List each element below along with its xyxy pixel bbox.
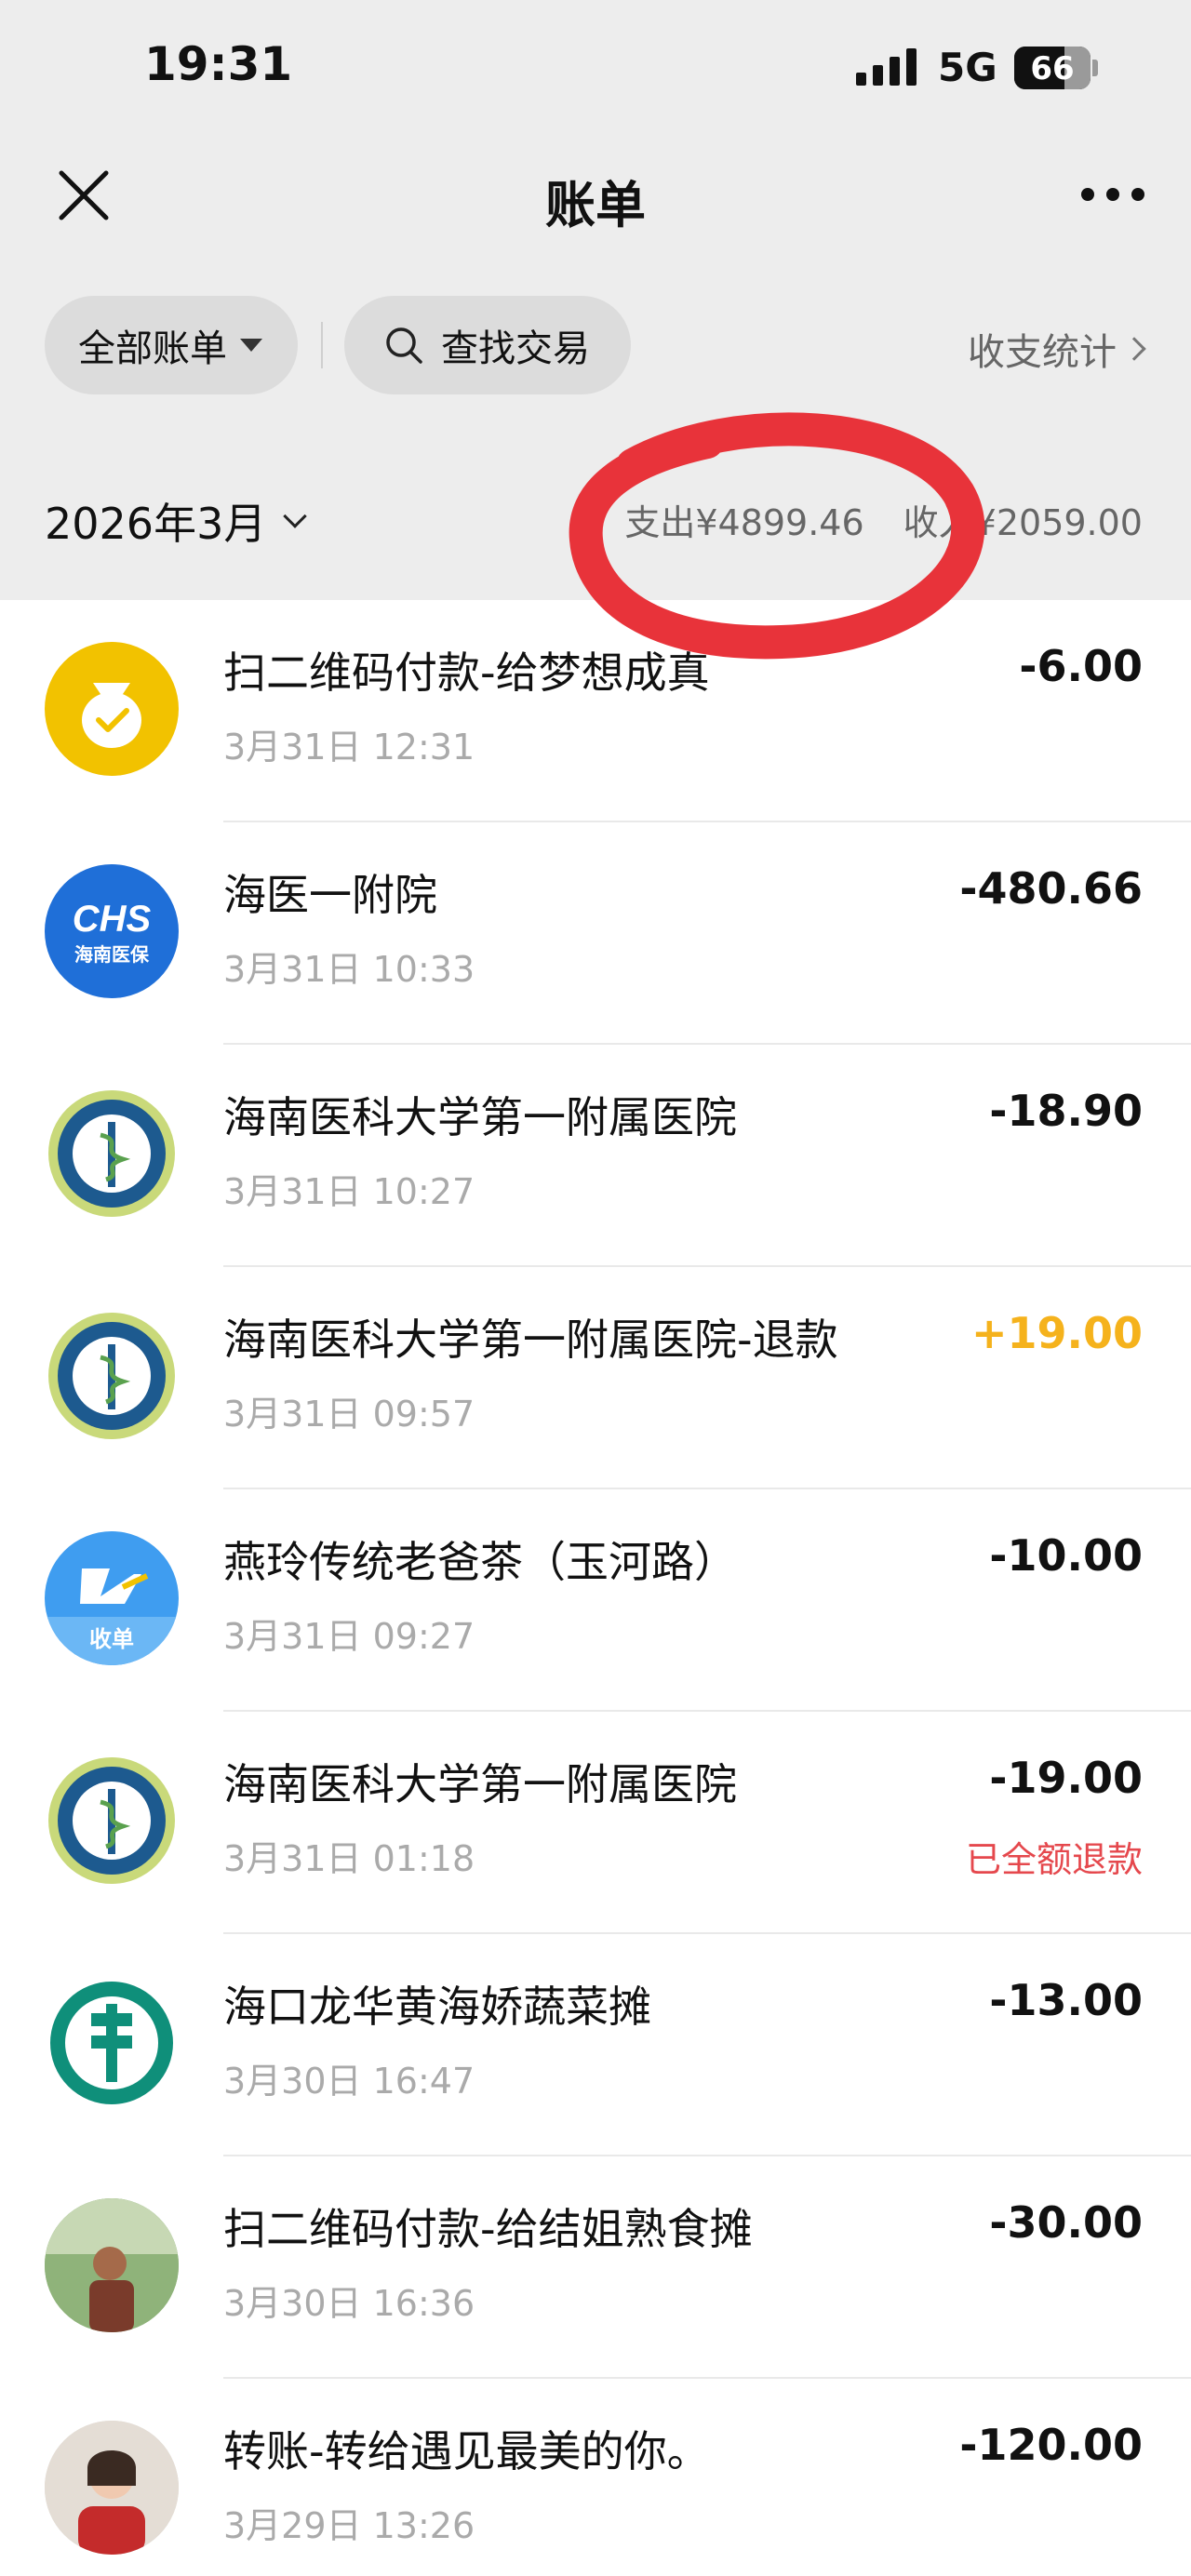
transaction-title: 扫二维码付款-给梦想成真: [223, 647, 710, 698]
transaction-title: 扫二维码付款-给结姐熟食摊: [223, 2204, 753, 2254]
transaction-time: 3月30日 16:47: [223, 2061, 475, 2102]
battery-percent: 66: [1030, 50, 1075, 87]
battery-tip: [1092, 60, 1098, 76]
status-time: 19:31: [144, 37, 293, 91]
transaction-time: 3月29日 13:26: [223, 2505, 475, 2546]
transaction-time: 3月30日 16:36: [223, 2283, 475, 2324]
transaction-time: 3月31日 10:27: [223, 1171, 475, 1212]
transaction-row[interactable]: 扫二维码付款-给梦想成真 3月31日 12:31 -6.00: [0, 600, 1191, 822]
stats-label: 收支统计: [968, 331, 1117, 374]
transaction-row[interactable]: 收单 燕玲传统老爸茶（玉河路） 3月31日 09:27 -10.00: [0, 1489, 1191, 1712]
transaction-amount: -120.00: [959, 2420, 1143, 2470]
transaction-time: 3月31日 09:27: [223, 1616, 475, 1657]
nav-bar: 账单: [0, 140, 1191, 288]
transaction-amount: -10.00: [989, 1530, 1143, 1581]
transaction-row[interactable]: 海口龙华黄海娇蔬菜摊 3月30日 16:47 -13.00: [0, 1934, 1191, 2156]
user-photo-avatar: [45, 2421, 179, 2555]
more-icon[interactable]: [1081, 188, 1146, 203]
transaction-amount: -30.00: [989, 2197, 1143, 2248]
expense-total: 支出¥4899.46: [624, 502, 864, 543]
all-bills-label: 全部账单: [78, 327, 227, 370]
transaction-title: 海医一附院: [223, 870, 437, 920]
transaction-title: 转账-转给遇见最美的你。: [223, 2426, 710, 2476]
income-expense-stats-link[interactable]: 收支统计: [968, 322, 1146, 376]
month-selector[interactable]: 2026年3月: [45, 490, 308, 552]
transaction-row[interactable]: 海南医科大学第一附属医院 3月31日 10:27 -18.90: [0, 1045, 1191, 1267]
divider: [321, 322, 323, 368]
status-bar: 19:31 5G 66: [0, 0, 1191, 140]
logo-text-top: CHS: [73, 899, 152, 940]
battery-icon: 66: [1014, 47, 1091, 89]
transaction-list: 扫二维码付款-给梦想成真 3月31日 12:31 -6.00 CHS 海南医保 …: [0, 600, 1191, 2576]
hospital-emblem: [45, 1087, 179, 1221]
logo-text-bottom: 海南医保: [74, 943, 150, 966]
hospital-emblem: [45, 1309, 179, 1443]
transaction-title: 海南医科大学第一附属医院: [223, 1092, 737, 1142]
transaction-amount: +19.00: [970, 1308, 1143, 1358]
transaction-row[interactable]: 转账-转给遇见最美的你。 3月29日 13:26 -120.00: [0, 2379, 1191, 2576]
income-total: 收入¥2059.00: [903, 502, 1143, 543]
all-bills-dropdown[interactable]: 全部账单: [45, 296, 298, 394]
transaction-amount: -19.00: [989, 1753, 1143, 1803]
refund-status: 已全额退款: [965, 1839, 1143, 1880]
shoubei-logo: 收单: [45, 1531, 179, 1665]
money-bag-icon: [45, 642, 179, 776]
transaction-amount: -6.00: [1019, 641, 1143, 691]
transaction-row[interactable]: CHS 海南医保 海医一附院 3月31日 10:33 -480.66: [0, 822, 1191, 1045]
transaction-row[interactable]: 海南医科大学第一附属医院 3月31日 01:18 -19.00 已全额退款: [0, 1712, 1191, 1934]
chs-medical-insurance-logo: CHS 海南医保: [45, 864, 179, 998]
transaction-amount: -480.66: [959, 863, 1143, 914]
signal-icon: [856, 48, 921, 86]
month-summary-bar: 2026年3月 支出¥4899.46 收入¥2059.00: [0, 442, 1191, 600]
transaction-amount: -18.90: [989, 1086, 1143, 1136]
search-icon: [386, 327, 422, 364]
transaction-row[interactable]: 海南医科大学第一附属医院-退款 3月31日 09:57 +19.00: [0, 1267, 1191, 1489]
transaction-title: 海南医科大学第一附属医院-退款: [223, 1315, 838, 1365]
chevron-right-icon: [1122, 337, 1146, 361]
transaction-time: 3月31日 10:33: [223, 949, 475, 990]
transaction-title: 海口龙华黄海娇蔬菜摊: [223, 1982, 651, 2032]
transaction-amount: -13.00: [989, 1975, 1143, 2025]
transaction-time: 3月31日 01:18: [223, 1838, 475, 1879]
transaction-time: 3月31日 09:57: [223, 1394, 475, 1435]
hospital-emblem: [45, 1754, 179, 1888]
transaction-row[interactable]: 扫二维码付款-给结姐熟食摊 3月30日 16:36 -30.00: [0, 2156, 1191, 2379]
caret-down-icon: [240, 339, 262, 352]
month-label: 2026年3月: [45, 499, 267, 549]
network-type: 5G: [938, 45, 997, 90]
page-title: 账单: [545, 176, 646, 234]
search-label: 查找交易: [441, 327, 590, 370]
transaction-title: 海南医科大学第一附属医院: [223, 1759, 737, 1809]
logo-text-bottom: 收单: [89, 1626, 134, 1652]
month-totals: 支出¥4899.46 收入¥2059.00: [624, 494, 1143, 545]
bank-logo: [45, 1976, 179, 2110]
chevron-down-icon: [283, 504, 308, 528]
user-photo-avatar: [45, 2198, 179, 2332]
transaction-time: 3月31日 12:31: [223, 727, 475, 767]
filter-row: 全部账单 查找交易 收支统计: [0, 288, 1191, 442]
search-transactions-button[interactable]: 查找交易: [344, 296, 631, 394]
transaction-title: 燕玲传统老爸茶（玉河路）: [223, 1537, 737, 1587]
